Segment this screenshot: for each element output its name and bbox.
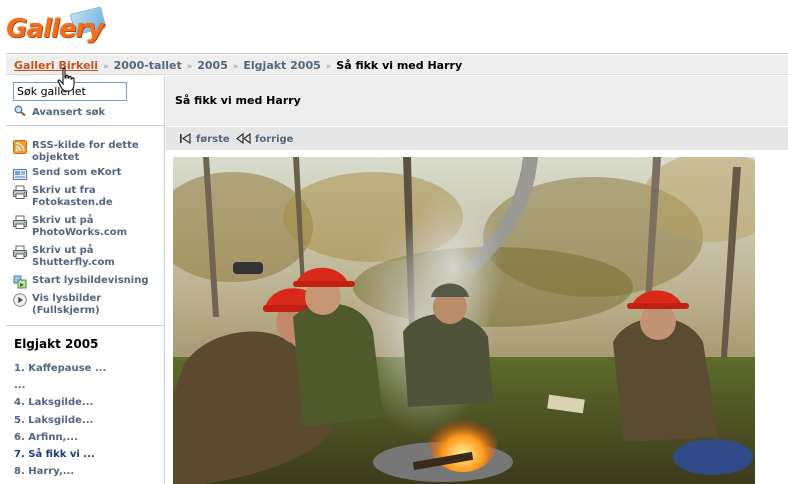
previous-photo-link[interactable]: forrige <box>236 133 293 145</box>
header: Gallery <box>0 0 788 54</box>
first-icon <box>180 133 191 144</box>
print-fotokasten-label: Skriv ut fra Fotokasten.de <box>32 185 113 208</box>
main-content: Så fikk vi med Harry første forrige <box>166 76 788 484</box>
album-item[interactable]: 8. Harry,... <box>14 466 74 477</box>
fullscreen-slideshow-link[interactable]: Vis lysbilder (Fullskjerm) <box>13 293 163 317</box>
album-block-title: Elgjakt 2005 <box>14 337 99 351</box>
hand-cursor-icon <box>57 67 75 92</box>
main-photo[interactable] <box>173 157 755 484</box>
album-item[interactable]: 5. Laksgilde... <box>14 415 93 426</box>
start-slideshow-label: Start lysbildevisning <box>32 275 149 286</box>
rss-icon <box>13 140 27 154</box>
ecard-icon <box>13 169 27 180</box>
previous-link-label: forrige <box>255 134 294 145</box>
advanced-search-link[interactable]: Avansert søk <box>14 105 105 118</box>
breadcrumb-separator-icon: » <box>186 62 193 72</box>
logo-text: Gallery <box>6 14 104 44</box>
send-ecard-label: Send som eKort <box>32 167 122 178</box>
rss-link[interactable]: RSS-kilde for dette objektet <box>13 140 163 164</box>
breadcrumb-separator-icon: » <box>103 62 109 72</box>
album-item[interactable]: 4. Laksgilde... <box>14 397 93 408</box>
breadcrumb-separator-icon: » <box>325 62 332 72</box>
breadcrumb-link-year[interactable]: 2005 <box>197 59 228 72</box>
printer-icon <box>13 185 27 199</box>
photo-navigation: første forrige <box>166 127 788 150</box>
print-photoworks-label: Skriv ut på PhotoWorks.com <box>32 215 128 238</box>
breadcrumb-separator-icon: » <box>232 62 239 72</box>
breadcrumb-link-decade[interactable]: 2000-tallet <box>114 59 182 72</box>
sidebar-divider <box>6 125 165 126</box>
slideshow-icon <box>13 275 27 289</box>
album-item[interactable]: 6. Arfinn,... <box>14 432 78 443</box>
sidebar: Avansert søk RSS-kilde for dette objekte… <box>6 76 165 484</box>
print-shutterfly-label: Skriv ut på Shutterfly.com <box>32 245 115 268</box>
breadcrumb-current: Så fikk vi med Harry <box>336 59 463 72</box>
send-ecard-link[interactable]: Send som eKort <box>13 167 163 181</box>
printer-icon <box>13 245 27 259</box>
print-fotokasten-link[interactable]: Skriv ut fra Fotokasten.de <box>13 185 163 209</box>
sidebar-divider <box>6 325 165 326</box>
play-icon <box>13 293 27 307</box>
print-shutterfly-link[interactable]: Skriv ut på Shutterfly.com <box>13 245 163 269</box>
photo-title-bar: Så fikk vi med Harry <box>166 76 788 126</box>
first-link-label: første <box>196 134 230 145</box>
photo-title: Så fikk vi med Harry <box>175 94 301 107</box>
gallery-logo[interactable]: Gallery <box>6 6 116 50</box>
breadcrumb-link-album[interactable]: Elgjakt 2005 <box>243 59 320 72</box>
album-item-ellipsis: ... <box>14 380 26 391</box>
breadcrumb: Galleri Birkeli» 2000-tallet» 2005» Elgjakt… <box>6 55 788 75</box>
advanced-search-label: Avansert søk <box>32 107 106 118</box>
magnifier-icon <box>14 105 26 116</box>
fullscreen-slideshow-label: Vis lysbilder (Fullskjerm) <box>32 293 102 316</box>
album-item[interactable]: 1. Kaffepause ... <box>14 363 106 374</box>
previous-icon <box>236 133 251 144</box>
print-photoworks-link[interactable]: Skriv ut på PhotoWorks.com <box>13 215 163 239</box>
first-photo-link[interactable]: første <box>179 133 230 145</box>
printer-icon <box>13 215 27 229</box>
header-divider <box>6 53 788 54</box>
album-item-current[interactable]: 7. Så fikk vi ... <box>14 449 95 460</box>
start-slideshow-link[interactable]: Start lysbildevisning <box>13 275 163 289</box>
rss-link-label: RSS-kilde for dette objektet <box>32 140 139 163</box>
